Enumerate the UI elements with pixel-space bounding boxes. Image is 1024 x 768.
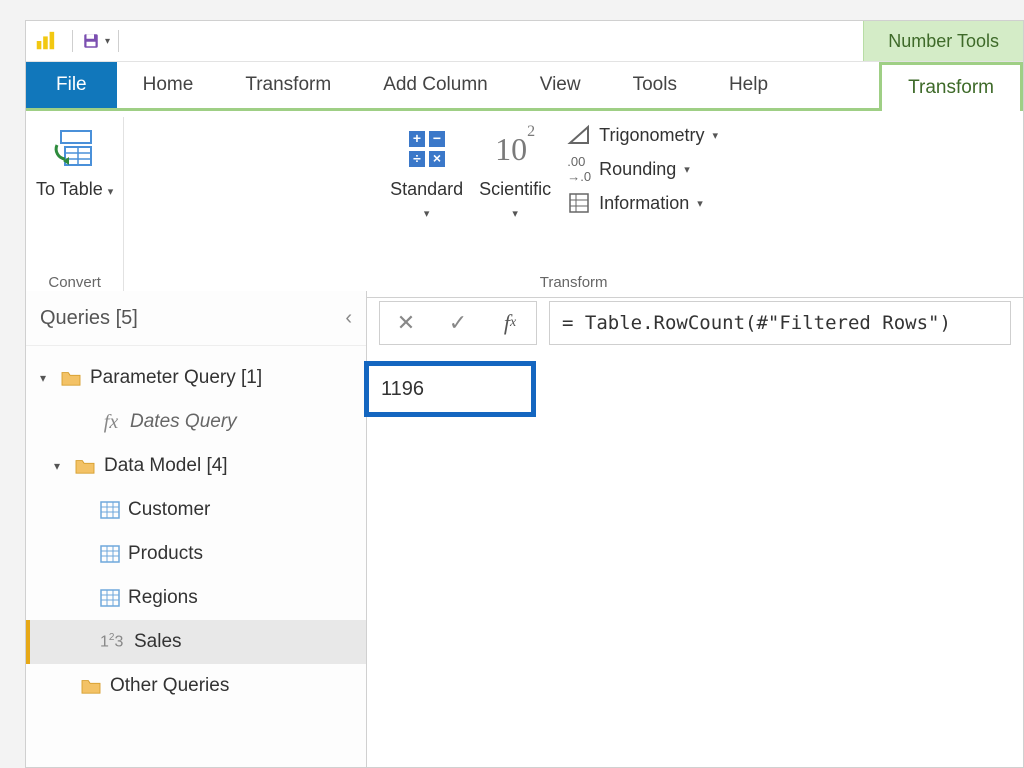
- title-bar: ▾ Number Tools: [26, 21, 1023, 62]
- ribbon-group-transform: + − ÷ × Standard ▾ 102: [124, 117, 1023, 297]
- separator: [118, 30, 119, 52]
- table-icon: [100, 545, 120, 563]
- formula-bar: ✕ ✓ fx = Table.RowCount(#"Filtered Rows"…: [367, 291, 1023, 355]
- chevron-down-icon: ▾: [713, 129, 719, 142]
- svg-text:×: ×: [433, 150, 441, 166]
- commit-edit-button[interactable]: ✓: [432, 302, 484, 344]
- chevron-down-icon: ▾: [684, 163, 690, 176]
- workspace: Queries [5] ‹ ▾ Parameter Query [1] fx D…: [26, 291, 1023, 767]
- formula-input[interactable]: = Table.RowCount(#"Filtered Rows"): [549, 301, 1011, 345]
- formula-bar-buttons: ✕ ✓ fx: [379, 301, 537, 345]
- svg-text:+: +: [413, 130, 421, 146]
- query-label: Dates Query: [130, 411, 237, 433]
- trigonometry-label: Trigonometry: [599, 125, 704, 146]
- rounding-label: Rounding: [599, 159, 676, 180]
- group-label-transform: Transform: [540, 270, 608, 293]
- folder-other-queries[interactable]: Other Queries: [26, 664, 366, 708]
- contextual-tab-badge: Number Tools: [863, 21, 1023, 61]
- to-table-button[interactable]: To Table ▾: [36, 119, 113, 201]
- standard-label: Standard: [390, 179, 463, 199]
- expand-triangle-icon: ▾: [40, 371, 52, 385]
- chevron-down-icon: ▾: [108, 186, 114, 198]
- fx-icon: fx: [484, 302, 536, 344]
- folder-parameter-query[interactable]: ▾ Parameter Query [1]: [26, 356, 366, 400]
- tab-home[interactable]: Home: [117, 62, 220, 108]
- to-table-icon: [53, 123, 97, 175]
- query-label: Regions: [128, 587, 198, 609]
- query-customer[interactable]: Customer: [26, 488, 366, 532]
- standard-icon: + − ÷ ×: [405, 123, 449, 175]
- information-button[interactable]: Information ▾: [567, 191, 757, 215]
- scientific-button[interactable]: 102 Scientific ▾: [479, 119, 551, 222]
- scientific-label: Scientific: [479, 179, 551, 199]
- folder-data-model[interactable]: ▾ Data Model [4]: [26, 444, 366, 488]
- tab-add-column[interactable]: Add Column: [357, 62, 514, 108]
- information-icon: [567, 191, 591, 215]
- folder-label: Data Model [4]: [104, 455, 228, 477]
- queries-tree: ▾ Parameter Query [1] fx Dates Query ▾ D…: [26, 346, 366, 718]
- tab-help[interactable]: Help: [703, 62, 794, 108]
- tab-number-transform[interactable]: Transform: [879, 62, 1023, 111]
- svg-text:−: −: [433, 130, 441, 146]
- ribbon-group-convert: To Table ▾ Convert: [26, 117, 124, 297]
- tab-view[interactable]: View: [514, 62, 607, 108]
- save-button[interactable]: [81, 31, 101, 51]
- query-sales[interactable]: 123 Sales: [26, 620, 366, 664]
- fx-icon: fx: [100, 411, 122, 434]
- information-label: Information: [599, 193, 689, 214]
- power-query-editor-window: ▾ Number Tools File Home Transform Add C…: [25, 20, 1024, 768]
- chevron-down-icon: ▾: [512, 208, 518, 220]
- queries-pane-title: Queries [5]: [40, 307, 138, 330]
- folder-label: Parameter Query [1]: [90, 367, 262, 389]
- queries-pane: Queries [5] ‹ ▾ Parameter Query [1] fx D…: [26, 291, 367, 767]
- query-regions[interactable]: Regions: [26, 576, 366, 620]
- trigonometry-button[interactable]: Trigonometry ▾: [567, 123, 757, 147]
- query-label: Products: [128, 543, 203, 565]
- chevron-down-icon: ▾: [424, 208, 430, 220]
- powerbi-logo-icon: [34, 30, 56, 52]
- to-table-label: To Table: [36, 179, 103, 199]
- separator: [72, 30, 73, 52]
- scalar-result-cell[interactable]: 1196: [364, 361, 536, 417]
- cancel-edit-button[interactable]: ✕: [380, 302, 432, 344]
- table-icon: [100, 501, 120, 519]
- tab-tools[interactable]: Tools: [607, 62, 703, 108]
- folder-icon: [80, 677, 102, 695]
- collapse-chevron-icon[interactable]: ‹: [345, 307, 352, 330]
- queries-pane-header: Queries [5] ‹: [26, 291, 366, 346]
- ribbon-body: To Table ▾ Convert +: [26, 111, 1023, 298]
- folder-label: Other Queries: [110, 675, 229, 697]
- tab-file[interactable]: File: [26, 62, 117, 108]
- scientific-icon: 102: [495, 123, 535, 175]
- folder-icon: [74, 457, 96, 475]
- query-label: Customer: [128, 499, 210, 521]
- number-icon: 123: [100, 632, 126, 651]
- expand-triangle-icon: ▾: [54, 459, 66, 473]
- rounding-icon: .00→.0: [567, 157, 591, 181]
- trigonometry-icon: [567, 123, 591, 147]
- query-products[interactable]: Products: [26, 532, 366, 576]
- folder-icon: [60, 369, 82, 387]
- preview-area: ✕ ✓ fx = Table.RowCount(#"Filtered Rows"…: [367, 291, 1023, 767]
- query-dates-query[interactable]: fx Dates Query: [26, 400, 366, 444]
- ribbon-tabs: File Home Transform Add Column View Tool…: [26, 62, 1023, 111]
- tab-transform[interactable]: Transform: [219, 62, 357, 108]
- group-label-convert: Convert: [48, 270, 101, 293]
- rounding-button[interactable]: .00→.0 Rounding ▾: [567, 157, 757, 181]
- qat-customize-caret-icon[interactable]: ▾: [105, 36, 110, 47]
- table-icon: [100, 589, 120, 607]
- chevron-down-icon: ▾: [697, 197, 703, 210]
- query-label: Sales: [134, 631, 182, 653]
- svg-text:÷: ÷: [413, 150, 421, 166]
- standard-button[interactable]: + − ÷ × Standard ▾: [390, 119, 463, 222]
